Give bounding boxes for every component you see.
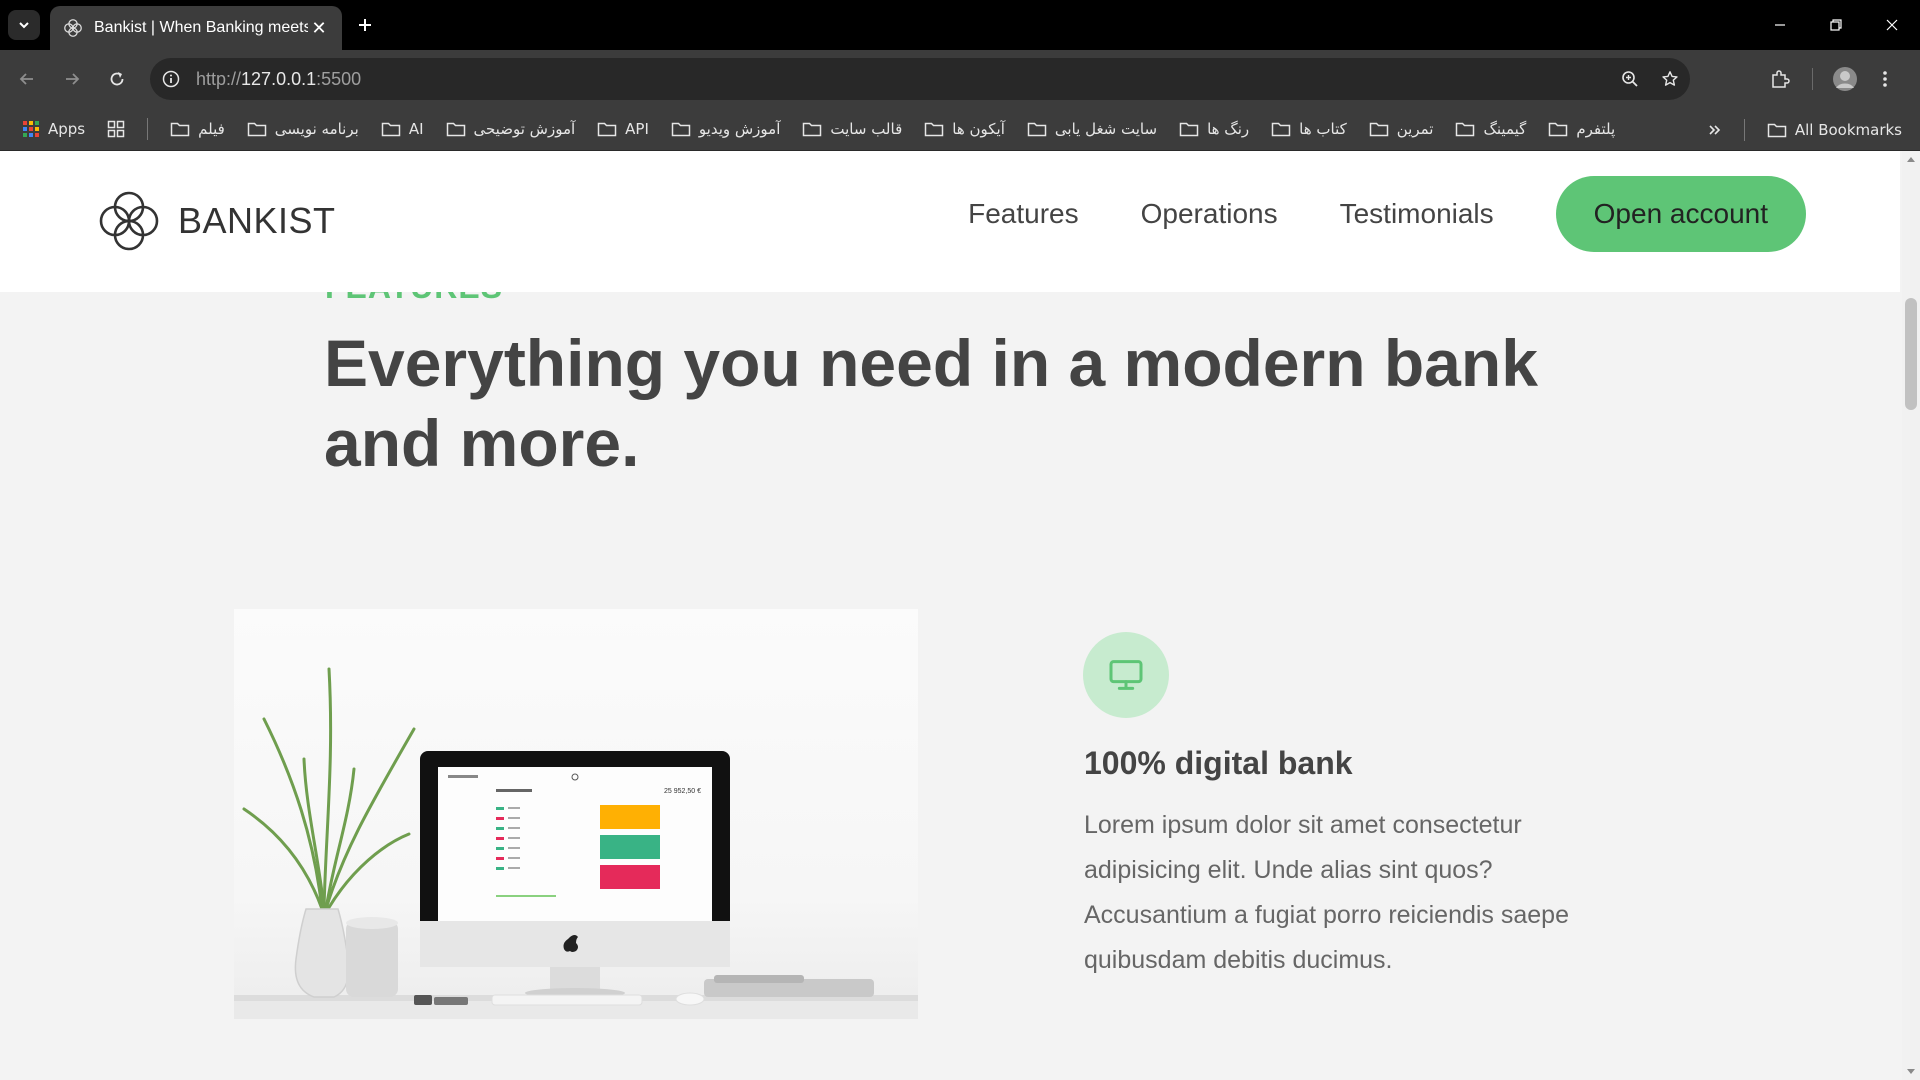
bookmarks-bar-right: All Bookmarks [1708,108,1902,151]
bookmarks-overflow-button[interactable] [1708,123,1722,137]
zoom-icon[interactable] [1610,58,1650,100]
bookmark-folder-13[interactable]: گیمینگ [1455,120,1526,138]
restore-button[interactable] [1808,0,1864,50]
folder-icon [1027,122,1047,137]
open-account-button[interactable]: Open account [1555,176,1806,252]
bookmark-folder-4[interactable]: آموزش توضیحی [446,120,575,138]
folder-icon [803,122,822,137]
bookmark-folder-14[interactable]: پلتفرم [1548,120,1615,138]
tab-title: Bankist | When Banking meets M [94,19,308,36]
profile-avatar[interactable] [1825,58,1865,100]
folder-icon [671,122,691,137]
extensions-icon[interactable] [1760,58,1800,100]
bookmarks-divider [147,118,149,140]
bookmark-folder-10[interactable]: رنگ ها [1179,120,1249,138]
desk-illustration: 25 952,50 € [234,667,918,1019]
bookmarks-divider [1743,118,1745,141]
main-nav: Features Operations Testimonials Open ac… [906,176,1806,252]
bookmark-star-icon[interactable] [1650,58,1690,100]
logo-text: BANKIST [178,200,336,241]
bookmark-apps[interactable]: Apps [22,120,85,138]
site-header: BANKIST Features Operations Testimonials… [0,151,1900,292]
restore-icon [1830,19,1842,31]
minimize-icon [1775,24,1785,26]
bookmark-folder-1[interactable]: فیلم [170,120,225,138]
folder-icon [1179,122,1199,137]
toolbar-divider [1812,68,1813,90]
mockup-balance: 25 952,50 € [664,788,701,795]
tab-search-button[interactable] [8,10,40,40]
all-bookmarks-button[interactable]: All Bookmarks [1767,121,1902,139]
nav-link-testimonials[interactable]: Testimonials [1340,198,1494,230]
forward-button[interactable] [55,62,89,96]
bookmark-folder-6[interactable]: آموزش ویدیو [671,120,780,138]
address-bar[interactable]: http://127.0.0.1:5500 [150,58,1690,100]
bookmark-folder-8[interactable]: آیکون ها [924,120,1005,138]
apps-grid-icon [23,121,39,137]
tab-close-icon[interactable]: ✕ [308,17,330,39]
bookmark-folder-3[interactable]: AI [381,120,424,138]
folder-icon [170,122,190,137]
chevron-down-icon [19,22,29,29]
folder-icon [446,122,465,137]
bookmark-folder-2[interactable]: برنامه نویسی [247,120,359,138]
section-title: Everything you need in a modern bank and… [324,326,1538,480]
window-controls [1752,0,1920,50]
folder-icon [1456,122,1475,137]
feature-image-digital: 25 952,50 € [234,609,918,1019]
folder-icon [247,122,267,137]
bookmark-folder-5[interactable]: API [597,120,649,138]
folder-icon [597,122,617,137]
browser-toolbar: http://127.0.0.1:5500 [0,50,1920,108]
browser-titlebar: Bankist | When Banking meets M ✕ [0,0,1920,50]
reload-icon [110,72,124,86]
back-button[interactable] [10,62,44,96]
logo[interactable]: BANKIST [94,186,336,256]
arrow-right-icon [66,73,80,85]
scroll-up-arrow-icon[interactable] [1907,157,1915,162]
folder-icon [925,122,944,137]
arrow-left-icon [19,73,33,85]
page-viewport[interactable]: FEATURES BANKIST Features Operations Tes… [0,151,1920,1080]
bookmark-folder-9[interactable]: سایت شغل یابی [1027,120,1157,138]
tab-groups-icon [107,120,125,138]
address-bar-actions [1610,58,1690,100]
url-text: http://127.0.0.1:5500 [196,68,362,89]
folder-icon [381,122,401,137]
folder-icon [1271,122,1291,137]
bankist-favicon-icon [64,19,82,37]
close-window-button[interactable] [1864,0,1920,50]
feature-description: Lorem ipsum dolor sit amet consectetur a… [1084,811,1569,974]
folder-icon [1549,122,1568,137]
tab-groups-button[interactable] [107,120,125,138]
toolbar-extensions [1760,58,1905,100]
nav-link-features[interactable]: Features [968,198,1079,230]
close-icon [1886,19,1898,31]
feature-heading: 100% digital bank [1084,745,1353,781]
nav-link-operations[interactable]: Operations [1141,198,1278,230]
monitor-icon [1109,660,1143,690]
browser-menu-icon[interactable] [1865,58,1905,100]
plus-icon [359,19,371,31]
scrollbar-thumb[interactable] [1905,298,1917,410]
site-info-icon[interactable] [150,58,192,100]
bookmarks-bar: Apps فیلم برنامه نویسی AI آموزش توضیحی A… [0,108,1920,151]
double-chevron-right-icon [1709,124,1720,135]
bookmark-folder-7[interactable]: قالب سایت [802,120,902,138]
folder-icon [1767,123,1787,137]
bookmark-folder-11[interactable]: کتاب ها [1271,120,1347,138]
bankist-logo-icon [99,191,159,251]
feature-icon-circle [1083,632,1169,718]
reload-button[interactable] [100,62,134,96]
minimize-button[interactable] [1752,0,1808,50]
folder-icon [1369,122,1389,137]
new-tab-button[interactable] [352,12,378,38]
page-scrollbar[interactable] [1902,151,1920,1080]
browser-tab-active[interactable]: Bankist | When Banking meets M ✕ [50,6,342,50]
scroll-down-arrow-icon[interactable] [1907,1069,1915,1074]
bookmark-folder-12[interactable]: تمرین [1369,120,1433,138]
